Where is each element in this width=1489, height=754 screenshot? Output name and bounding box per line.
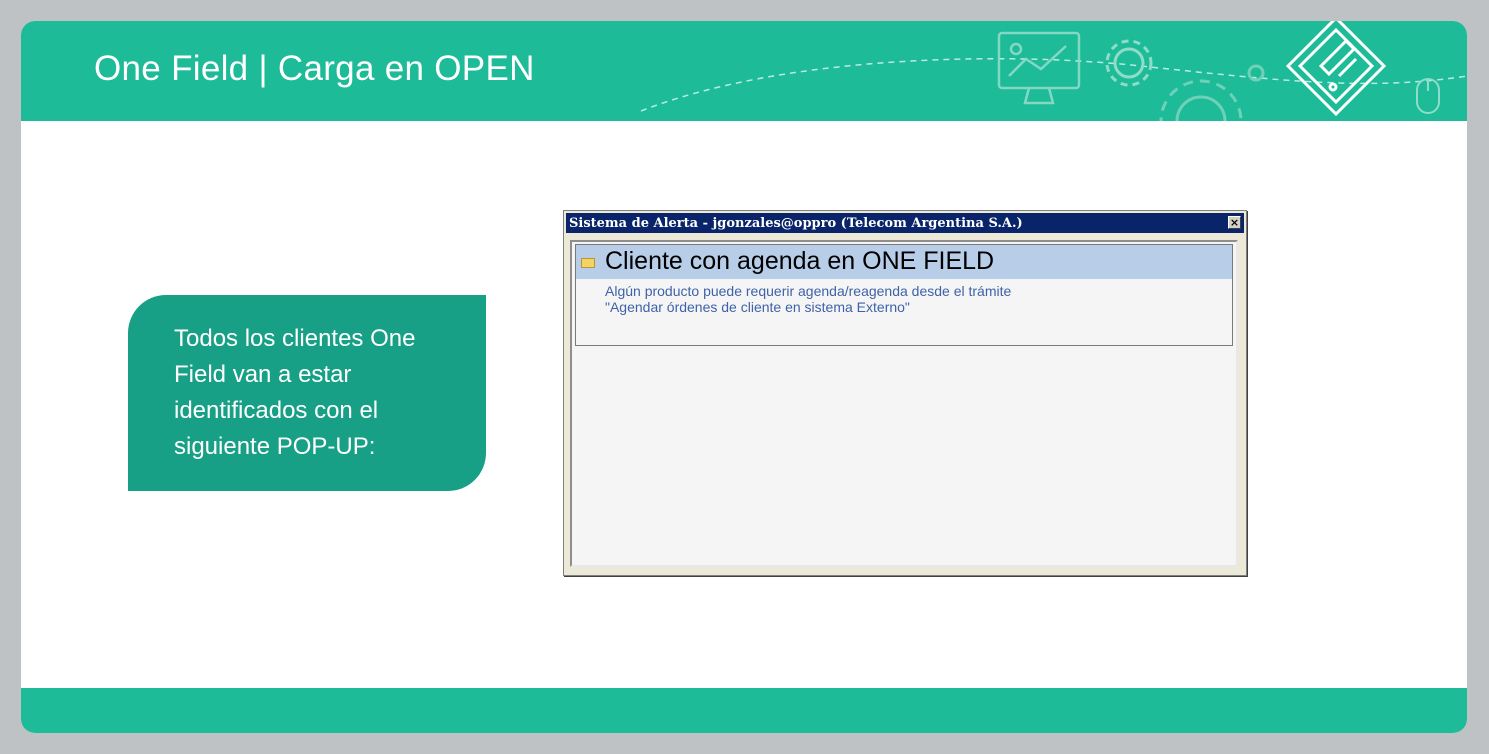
header-banner: One Field | Carga en OPEN [21, 21, 1467, 121]
pen-document-icon [1285, 21, 1387, 117]
monitor-chart-icon [997, 31, 1081, 105]
callout-box: Todos los clientes One Field van a estar… [128, 295, 486, 491]
envelope-icon [581, 258, 595, 268]
slide: One Field | Carga en OPEN Todos los clie… [21, 21, 1467, 733]
alert-list: Cliente con agenda en ONE FIELD Algún pr… [570, 240, 1238, 567]
gear-icon [1105, 39, 1153, 87]
callout-text: Todos los clientes One Field van a estar… [174, 325, 416, 460]
alert-header: Cliente con agenda en ONE FIELD [576, 245, 1232, 279]
alert-title: Cliente con agenda en ONE FIELD [605, 247, 995, 275]
close-icon[interactable]: × [1228, 216, 1241, 229]
page-title: One Field | Carga en OPEN [94, 49, 535, 88]
large-gear-icon [1159, 64, 1265, 121]
footer-band [21, 688, 1467, 733]
alert-description: Algún producto puede requerir agenda/rea… [605, 283, 1012, 315]
mouse-icon [1416, 78, 1440, 114]
popup-titlebar[interactable]: Sistema de Alerta - jgonzales@oppro (Tel… [566, 213, 1244, 233]
alert-popup-window: Sistema de Alerta - jgonzales@oppro (Tel… [563, 210, 1247, 576]
alert-item[interactable]: Cliente con agenda en ONE FIELD Algún pr… [575, 244, 1233, 346]
popup-title: Sistema de Alerta - jgonzales@oppro (Tel… [569, 216, 1023, 231]
